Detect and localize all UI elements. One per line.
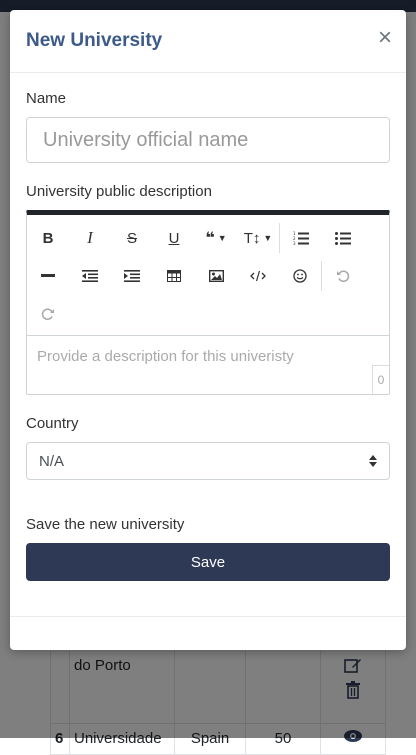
indent-icon bbox=[124, 270, 140, 282]
modal-footer bbox=[10, 616, 406, 650]
caret-down-icon: ▼ bbox=[217, 233, 227, 243]
country-label: Country bbox=[26, 415, 79, 432]
description-label: University public description bbox=[26, 183, 212, 200]
caret-down-icon: ▼ bbox=[263, 233, 273, 243]
horizontal-rule-icon bbox=[41, 274, 55, 277]
bold-button[interactable]: B bbox=[27, 219, 69, 257]
editor-toolbar: B I S U ❝ ▼ T↕ ▼ 123 bbox=[27, 215, 389, 336]
redo-icon bbox=[41, 308, 54, 321]
name-label: Name bbox=[26, 90, 67, 107]
strikethrough-button[interactable]: S bbox=[111, 219, 153, 257]
char-counter: 0 bbox=[372, 365, 389, 394]
ordered-list-icon: 123 bbox=[293, 231, 309, 245]
code-icon bbox=[250, 270, 266, 282]
table-button[interactable] bbox=[153, 257, 195, 295]
ordered-list-button[interactable]: 123 bbox=[280, 219, 322, 257]
text-size-button[interactable]: T↕ ▼ bbox=[237, 219, 279, 257]
redo-button[interactable] bbox=[27, 295, 69, 333]
name-placeholder: University official name bbox=[43, 128, 249, 151]
smiley-icon bbox=[293, 269, 307, 283]
undo-button[interactable] bbox=[322, 257, 364, 295]
svg-text:3: 3 bbox=[293, 241, 296, 245]
description-editor: B I S U ❝ ▼ T↕ ▼ 123 Provide a descripti… bbox=[26, 210, 390, 395]
italic-button[interactable]: I bbox=[69, 219, 111, 257]
close-button[interactable]: × bbox=[378, 26, 392, 50]
select-arrows-icon bbox=[369, 455, 377, 467]
indent-button[interactable] bbox=[111, 257, 153, 295]
emoji-button[interactable] bbox=[279, 257, 321, 295]
outdent-icon bbox=[82, 270, 98, 282]
image-button[interactable] bbox=[195, 257, 237, 295]
image-icon bbox=[208, 270, 224, 282]
modal-body: Name University official name University… bbox=[26, 90, 390, 581]
unordered-list-button[interactable] bbox=[322, 219, 364, 257]
code-button[interactable] bbox=[237, 257, 279, 295]
country-selected-value: N/A bbox=[39, 452, 65, 470]
undo-icon bbox=[337, 270, 350, 283]
description-textarea[interactable]: Provide a description for this univerist… bbox=[27, 336, 389, 394]
country-select[interactable]: N/A bbox=[26, 442, 390, 480]
quote-button[interactable]: ❝ ▼ bbox=[195, 219, 237, 257]
save-button[interactable]: Save bbox=[26, 543, 390, 581]
modal-title: New University bbox=[26, 30, 163, 51]
name-input[interactable]: University official name bbox=[26, 117, 390, 163]
underline-button[interactable]: U bbox=[153, 219, 195, 257]
description-placeholder: Provide a description for this univerist… bbox=[37, 348, 294, 365]
table-icon bbox=[167, 270, 181, 282]
unordered-list-icon bbox=[335, 232, 351, 245]
new-university-modal: New University × Name University officia… bbox=[10, 10, 406, 650]
outdent-button[interactable] bbox=[69, 257, 111, 295]
horizontal-rule-button[interactable] bbox=[27, 257, 69, 295]
save-hint: Save the new university bbox=[26, 516, 185, 533]
modal-header: New University × bbox=[10, 10, 406, 73]
